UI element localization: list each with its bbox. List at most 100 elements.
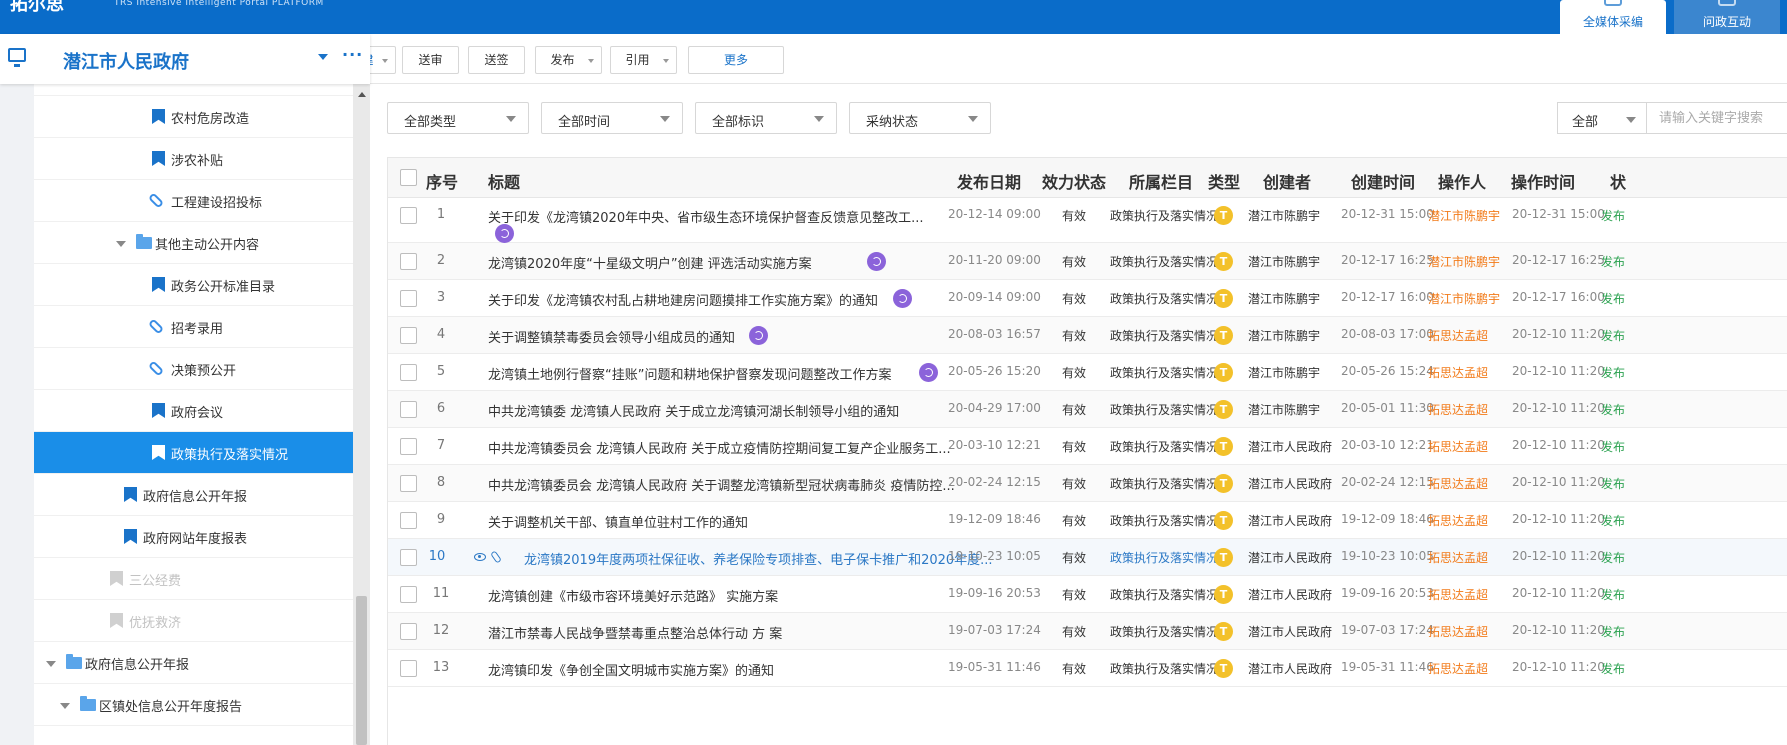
sidebar-item[interactable]: 涉农补贴 [34, 138, 353, 180]
table-row[interactable]: 11 龙湾镇创建《市级市容环境美好示范路》 实施方案 19-09-16 20:53 有… [388, 576, 1787, 613]
expand-arrow-icon[interactable] [116, 241, 126, 247]
column-header[interactable]: 操作人 [1438, 169, 1486, 193]
cell-title[interactable]: 关于调整镇禁毒委员会领导小组成员的通知 [488, 327, 735, 346]
cell-title[interactable]: 关于调整机关干部、镇直单位驻村工作的通知 [488, 512, 748, 531]
publish-button[interactable]: 发布 [535, 46, 602, 74]
preview-icon[interactable] [474, 553, 486, 561]
cell-title[interactable]: 关于印发《龙湾镇2020年中央、省市级生态环境保护督查反馈意见整改工... [488, 207, 923, 226]
cell-col[interactable]: 政策执行及落实情况 [1110, 512, 1218, 529]
sidebar-item[interactable]: 其他主动公开内容 [34, 222, 353, 264]
table-row[interactable]: 12 潜江市禁毒人民战争暨禁毒重点整治总体行动 方 案 19-07-03 17:24… [388, 613, 1787, 650]
row-checkbox[interactable] [400, 549, 417, 566]
sidebar-item[interactable]: 政策执行及落实情况 [34, 432, 353, 474]
sidebar-item[interactable]: 工程建设招投标 [34, 180, 353, 222]
column-header[interactable]: 类型 [1208, 169, 1240, 193]
sidebar-item[interactable]: 政务公开标准目录 [34, 264, 353, 306]
search-input[interactable] [1646, 102, 1787, 134]
submit-sign-button[interactable]: 送签 [468, 46, 525, 74]
site-title[interactable]: 潜江市人民政府 [63, 48, 189, 74]
link-icon[interactable] [490, 550, 502, 564]
more-button[interactable]: 更多 [688, 46, 784, 74]
sidebar-item[interactable]: 农村集体土地征收... [34, 84, 353, 96]
column-header[interactable]: 标题 [488, 169, 520, 193]
cell-col[interactable]: 政策执行及落实情况 [1110, 253, 1218, 270]
row-checkbox[interactable] [400, 327, 417, 344]
sidebar-item[interactable]: 政府会议 [34, 390, 353, 432]
site-selector[interactable]: 潜江市人民政府 ··· [0, 34, 370, 84]
table-row[interactable]: 7 中共龙湾镇委员会 龙湾镇人民政府 关于成立疫情防控期间复工复产企业服务工...… [388, 428, 1787, 465]
column-header[interactable]: 效力状态 [1042, 169, 1106, 193]
chevron-down-icon[interactable] [318, 54, 328, 60]
sync-icon[interactable] [866, 252, 886, 271]
scroll-up-icon[interactable] [358, 92, 366, 97]
row-checkbox[interactable] [400, 438, 417, 455]
column-header[interactable]: 状 [1610, 169, 1626, 193]
row-checkbox[interactable] [400, 207, 417, 224]
monitor-icon[interactable] [8, 48, 26, 67]
row-checkbox[interactable] [400, 364, 417, 381]
row-checkbox[interactable] [400, 401, 417, 418]
cell-title[interactable]: 中共龙湾镇委员会 龙湾镇人民政府 关于调整龙湾镇新型冠状病毒肺炎 疫情防控... [488, 475, 955, 494]
sync-icon[interactable] [495, 224, 514, 243]
sidebar-item[interactable]: 招考录用 [34, 306, 353, 348]
column-header[interactable]: 所属栏目 [1129, 169, 1193, 193]
time-filter[interactable]: 全部时间 [541, 102, 683, 134]
cell-col[interactable]: 政策执行及落实情况 [1110, 660, 1218, 677]
sidebar-item[interactable]: 三公经费 [34, 558, 353, 600]
sync-icon[interactable] [748, 326, 768, 345]
table-row[interactable]: 6 中共龙湾镇委 龙湾镇人民政府 关于成立龙湾镇河湖长制领导小组的通知 20-04-… [388, 391, 1787, 428]
sync-icon[interactable] [919, 363, 939, 382]
type-filter[interactable]: 全部类型 [387, 102, 529, 134]
cell-title[interactable]: 龙湾镇印发《争创全国文明城市实施方案》的通知 [488, 660, 774, 679]
cell-title[interactable]: 潜江市禁毒人民战争暨禁毒重点整治总体行动 方 案 [488, 623, 782, 642]
quote-button[interactable]: 引用 [610, 46, 677, 74]
row-checkbox[interactable] [400, 253, 417, 270]
cell-title[interactable]: 龙湾镇土地例行督察“挂账”问题和耕地保护督察发现问题整改工作方案 [488, 364, 891, 383]
cell-title[interactable]: 关于印发《龙湾镇农村乱占耕地建房问题摸排工作实施方案》的通知 [488, 290, 878, 309]
cell-col[interactable]: 政策执行及落实情况 [1110, 327, 1218, 344]
sidebar-item[interactable]: 政府信息公开年报 [34, 642, 353, 684]
row-checkbox[interactable] [400, 475, 417, 492]
table-row[interactable]: 10 龙湾镇2019年度两项社保征收、养老保险专项排查、电子保卡推广和2020年度… [388, 539, 1787, 576]
cell-col[interactable]: 政策执行及落实情况 [1110, 623, 1218, 640]
table-row[interactable]: 8 中共龙湾镇委员会 龙湾镇人民政府 关于调整龙湾镇新型冠状病毒肺炎 疫情防控..… [388, 465, 1787, 502]
sidebar-item[interactable]: 农村危房改造 [34, 96, 353, 138]
tab-gov-interaction[interactable]: 问政互动 [1674, 0, 1780, 34]
table-row[interactable]: 5 龙湾镇土地例行督察“挂账”问题和耕地保护督察发现问题整改工作方案 20-05-2… [388, 354, 1787, 391]
search-scope-select[interactable]: 全部 [1557, 102, 1647, 134]
sidebar-item[interactable]: 政府网站年度报表 [34, 516, 353, 558]
table-row[interactable]: 13 龙湾镇印发《争创全国文明城市实施方案》的通知 19-05-31 11:46 有效… [388, 650, 1787, 687]
cell-title[interactable]: 龙湾镇创建《市级市容环境美好示范路》 实施方案 [488, 586, 778, 605]
sidebar-item[interactable]: 优抚救济 [34, 600, 353, 642]
cell-title[interactable]: 中共龙湾镇委员会 龙湾镇人民政府 关于成立疫情防控期间复工复产企业服务工... [488, 438, 951, 457]
cell-col[interactable]: 政策执行及落实情况 [1110, 364, 1218, 381]
tree-scrollbar[interactable] [353, 84, 370, 745]
column-header[interactable]: 发布日期 [957, 169, 1021, 193]
table-row[interactable]: 3 关于印发《龙湾镇农村乱占耕地建房问题摸排工作实施方案》的通知 20-09-14 … [388, 280, 1787, 317]
column-header[interactable]: 序号 [426, 169, 458, 193]
column-header[interactable]: 操作时间 [1511, 169, 1575, 193]
sidebar-item[interactable]: 决策预公开 [34, 348, 353, 390]
table-row[interactable]: 4 关于调整镇禁毒委员会领导小组成员的通知 20-08-03 16:57 有效 政策执行… [388, 317, 1787, 354]
row-checkbox[interactable] [400, 512, 417, 529]
scrollbar-thumb[interactable] [356, 596, 367, 745]
expand-arrow-icon[interactable] [60, 703, 70, 709]
row-checkbox[interactable] [400, 623, 417, 640]
row-checkbox[interactable] [400, 290, 417, 307]
sidebar-item[interactable]: 区镇处信息公开年度报告 [34, 684, 353, 726]
tag-filter[interactable]: 全部标识 [695, 102, 837, 134]
cell-col[interactable]: 政策执行及落实情况 [1110, 207, 1218, 224]
cell-col[interactable]: 政策执行及落实情况 [1110, 586, 1218, 603]
column-header[interactable]: 创建时间 [1351, 169, 1415, 193]
cell-col[interactable]: 政策执行及落实情况 [1110, 475, 1218, 492]
cell-col[interactable]: 政策执行及落实情况 [1110, 401, 1218, 418]
cell-col[interactable]: 政策执行及落实情况 [1110, 290, 1218, 307]
row-checkbox[interactable] [400, 586, 417, 603]
cell-title[interactable]: 龙湾镇2020年度“十星级文明户”创建 评选活动实施方案 [488, 253, 812, 272]
column-header[interactable]: 创建者 [1263, 169, 1311, 193]
submit-review-button[interactable]: 送审 [402, 46, 459, 74]
more-options-icon[interactable]: ··· [342, 45, 363, 64]
table-row[interactable]: 2 龙湾镇2020年度“十星级文明户”创建 评选活动实施方案 20-11-20 09… [388, 243, 1787, 280]
cell-col[interactable]: 政策执行及落实情况 [1110, 549, 1218, 566]
table-row[interactable]: 9 关于调整机关干部、镇直单位驻村工作的通知 19-12-09 18:46 有效 政策执… [388, 502, 1787, 539]
